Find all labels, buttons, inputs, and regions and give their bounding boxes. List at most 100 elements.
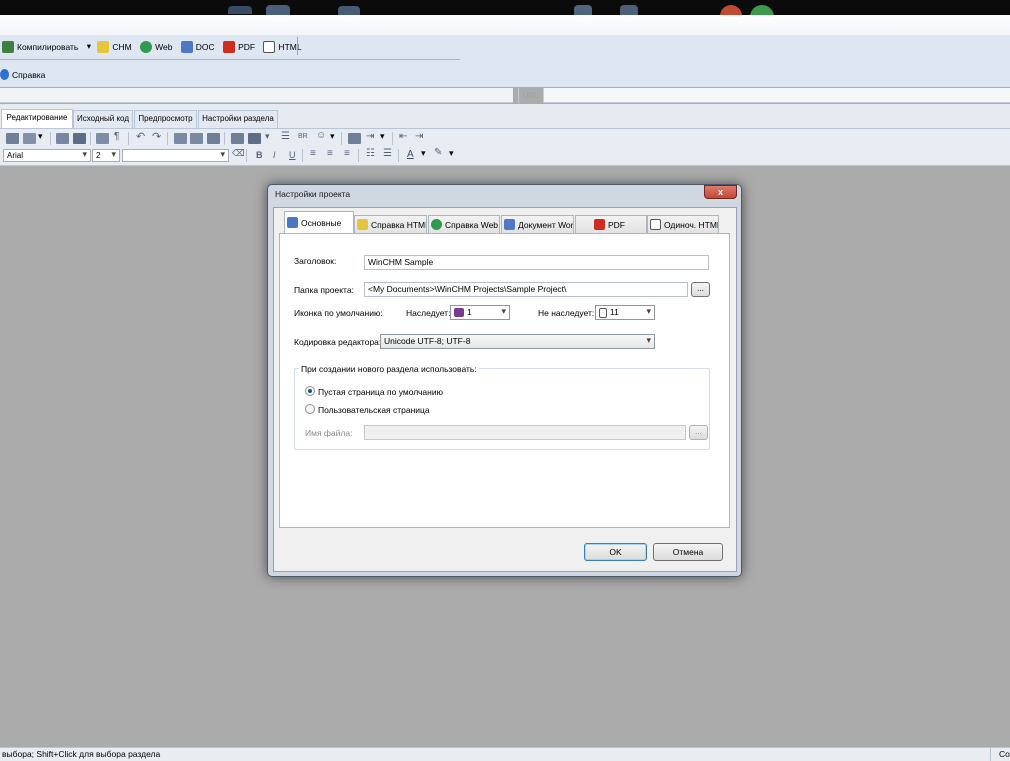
font-size-select[interactable]: 2 (92, 149, 120, 162)
taskbar-icon (266, 5, 290, 15)
pdf-icon (594, 219, 605, 231)
tab-pdf[interactable]: PDF (575, 215, 647, 233)
toolbar-separator (341, 132, 342, 145)
tab-editing[interactable]: Редактирование (1, 109, 73, 128)
html-icon (650, 219, 661, 231)
underline-button[interactable]: U (289, 150, 296, 160)
chm-icon (357, 219, 368, 231)
not-inherits-icon-select[interactable]: 11 (595, 305, 655, 320)
line-break-icon[interactable]: BR (298, 133, 308, 140)
anchor-icon[interactable]: ▾ (265, 131, 270, 142)
redo-icon[interactable]: ↷ (152, 130, 161, 143)
highlight-icon[interactable]: ✎ (434, 147, 442, 158)
web-button[interactable]: Web (140, 40, 172, 53)
pdf-button[interactable]: PDF (223, 40, 255, 53)
align-left-icon[interactable]: ≡ (310, 148, 316, 159)
bold-button[interactable]: B (256, 150, 263, 160)
taskbar-icon (620, 5, 638, 15)
url-input[interactable] (543, 88, 1010, 103)
style-select[interactable] (122, 149, 229, 162)
tab-preview[interactable]: Предпросмотр (134, 110, 197, 128)
bookmark-icon[interactable] (248, 133, 261, 144)
image-icon[interactable] (231, 133, 244, 144)
undo-icon[interactable]: ↶ (136, 130, 145, 143)
find-icon[interactable] (73, 133, 86, 144)
chevron-down-icon[interactable]: ▾ (380, 131, 385, 142)
tab-web-help[interactable]: Справка Web (428, 215, 500, 233)
indent-more-icon[interactable]: ⇥ (415, 131, 423, 142)
inherits-label: Наследует: (406, 308, 451, 318)
tab-general[interactable]: Основные (284, 211, 354, 234)
web-globe-icon (431, 219, 442, 231)
doc-button[interactable]: DOC (180, 40, 215, 53)
paste-icon[interactable] (207, 133, 220, 144)
paragraph-icon[interactable]: ¶ (114, 131, 119, 142)
groupbox-label: При создании нового раздела использовать… (299, 364, 479, 374)
radio-selected-dot (308, 389, 312, 393)
cut-icon[interactable] (174, 133, 187, 144)
copy-icon[interactable] (190, 133, 203, 144)
text-color-button[interactable]: A (407, 149, 414, 160)
status-position: Co (999, 749, 1010, 759)
tab-section-settings[interactable]: Настройки раздела (198, 110, 278, 128)
save-icon[interactable] (6, 133, 19, 144)
close-button[interactable]: x (704, 185, 737, 199)
title-label: Заголовок: (294, 256, 337, 266)
filename-browse-button[interactable]: ... (689, 425, 708, 440)
default-page-radio[interactable] (305, 386, 315, 396)
help-button[interactable]: Справка (0, 67, 45, 81)
tab-single-html[interactable]: Одиноч. HTML (647, 215, 719, 233)
url-label: URL (518, 88, 542, 103)
compile-dropdown-arrow[interactable]: ▾ (87, 41, 91, 51)
encoding-label: Кодировка редактора: (294, 337, 382, 347)
cancel-button[interactable]: Отмена (653, 543, 723, 561)
encoding-select[interactable]: Unicode UTF-8; UTF-8 (380, 334, 655, 349)
filename-input[interactable] (364, 425, 686, 440)
doc-icon (504, 219, 515, 231)
edit-icon[interactable] (23, 133, 36, 144)
default-page-label: Пустая страница по умолчанию (318, 387, 443, 397)
toolbar-separator (297, 37, 298, 55)
chm-button[interactable]: CHM (97, 40, 132, 53)
title-input[interactable]: WinCHM Sample (364, 255, 709, 270)
chevron-down-icon[interactable]: ▾ (330, 131, 335, 142)
chevron-down-icon[interactable]: ▾ (38, 131, 43, 142)
tab-word-document[interactable]: Документ Wor (501, 215, 574, 233)
table-icon[interactable] (348, 133, 361, 144)
select-all-icon[interactable] (96, 133, 109, 144)
settings-icon (287, 217, 298, 229)
align-right-icon[interactable]: ≡ (344, 148, 350, 159)
symbol-icon[interactable]: ☺ (316, 130, 326, 141)
tab-html-help[interactable]: Справка HTML (354, 215, 427, 233)
list-icon[interactable]: ☰ (281, 131, 290, 142)
toolbar-separator (246, 149, 247, 162)
default-icon-label: Иконка по умолчанию: (294, 308, 383, 318)
chevron-down-icon[interactable]: ▾ (449, 148, 454, 159)
taskbar-icon (338, 6, 360, 15)
web-globe-icon (140, 40, 153, 53)
html-button[interactable]: HTML (263, 40, 302, 53)
project-folder-input[interactable]: <My Documents>\WinCHM Projects\Sample Pr… (364, 282, 688, 297)
custom-page-radio[interactable] (305, 404, 315, 414)
chevron-down-icon[interactable]: ▾ (421, 148, 426, 159)
align-center-icon[interactable]: ≡ (327, 148, 333, 159)
close-icon: x (717, 187, 723, 197)
toolbar-separator (90, 132, 91, 145)
book-icon (454, 308, 464, 318)
pdf-icon (223, 40, 236, 53)
spellcheck-icon[interactable] (56, 133, 69, 144)
italic-button[interactable]: I (273, 150, 276, 160)
numbered-list-icon[interactable]: ☷ (366, 148, 375, 159)
bullet-list-icon[interactable]: ☰ (383, 148, 392, 159)
path-field[interactable] (0, 88, 513, 103)
outdent-icon[interactable]: ⇤ (399, 131, 407, 142)
folder-browse-button[interactable]: ... (691, 282, 710, 297)
font-family-select[interactable]: Arial (3, 149, 91, 162)
ok-button[interactable]: OK (584, 543, 647, 561)
tab-source-code[interactable]: Исходный код (73, 110, 133, 128)
indent-icon[interactable]: ⇥ (366, 131, 374, 142)
inherits-icon-select[interactable]: 1 (450, 305, 510, 320)
toolbar-separator (392, 132, 393, 145)
compile-button[interactable]: Компилировать (2, 40, 78, 53)
clear-format-icon[interactable]: ⌫ (232, 148, 245, 159)
